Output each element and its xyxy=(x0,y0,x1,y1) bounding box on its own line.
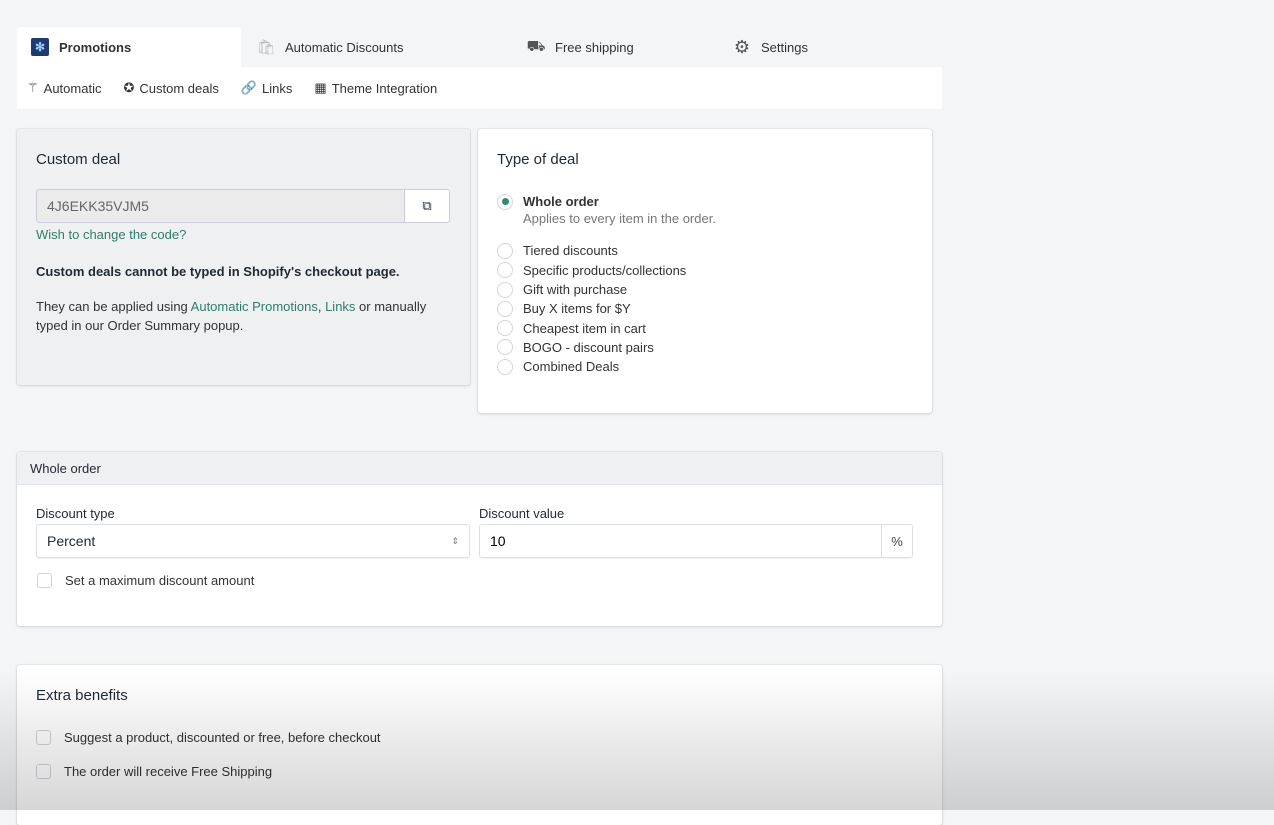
radio-option[interactable]: Cheapest item in cart xyxy=(497,318,913,337)
radio-unselected-icon xyxy=(497,262,513,279)
whole-order-card: Whole order Discount type Percent ⇕ Disco… xyxy=(17,452,942,626)
max-discount-checkbox-row[interactable]: Set a maximum discount amount xyxy=(37,573,942,588)
link-icon: 🔗 xyxy=(240,80,258,95)
tab-settings[interactable]: ⚙ Settings xyxy=(715,27,939,67)
subnav-automatic[interactable]: ⚚ Automatic xyxy=(27,80,101,96)
select-arrows-icon: ⇕ xyxy=(451,535,459,546)
custom-deal-info: They can be applied using Automatic Prom… xyxy=(36,299,427,333)
radio-option[interactable]: Specific products/collections xyxy=(497,261,913,280)
radio-unselected-icon xyxy=(497,339,513,356)
code-field: ⧉ xyxy=(36,189,450,223)
discount-value-input[interactable] xyxy=(480,525,881,557)
magic-wand-icon: ⚚ xyxy=(27,80,39,95)
discount-type-label: Discount type xyxy=(36,506,115,521)
radio-option[interactable]: Buy X items for $Y xyxy=(497,299,913,318)
radio-unselected-icon xyxy=(497,242,513,259)
subnav-theme-integration[interactable]: ▦ Theme Integration xyxy=(314,80,437,96)
code-input[interactable] xyxy=(37,190,404,222)
gear-icon: ⚙ xyxy=(733,36,751,57)
percent-unit: % xyxy=(881,525,912,557)
radio-unselected-icon xyxy=(497,281,513,298)
suggest-product-row[interactable]: Suggest a product, discounted or free, b… xyxy=(36,730,923,745)
main-tabs: ✻ Promotions 🛍 Automatic Discounts ⛟ Free s… xyxy=(17,27,942,67)
links-link[interactable]: Links xyxy=(325,299,355,314)
layout-icon: ▦ xyxy=(314,80,327,95)
radio-option[interactable]: Gift with purchase xyxy=(497,280,913,299)
radio-option[interactable]: BOGO - discount pairs xyxy=(497,338,913,357)
shopify-bag-icon: 🛍 xyxy=(256,39,276,56)
custom-deal-title: Custom deal xyxy=(36,151,121,168)
free-shipping-row[interactable]: The order will receive Free Shipping xyxy=(36,764,923,779)
copy-button[interactable]: ⧉ xyxy=(404,190,449,222)
radio-option[interactable]: Tiered discounts xyxy=(497,241,913,260)
automatic-promotions-link[interactable]: Automatic Promotions xyxy=(191,299,318,314)
tab-free-shipping[interactable]: ⛟ Free shipping xyxy=(465,27,715,67)
badge-percent-icon: ✪ xyxy=(123,80,135,95)
radio-unselected-icon xyxy=(497,320,513,337)
discount-value-field: % xyxy=(479,524,913,558)
tab-promotions[interactable]: ✻ Promotions xyxy=(17,27,241,67)
whole-order-description: Applies to every item in the order. xyxy=(523,211,716,227)
radio-unselected-icon xyxy=(497,300,513,317)
max-discount-checkbox[interactable] xyxy=(37,573,52,588)
extra-benefits-card: Extra benefits Suggest a product, discou… xyxy=(17,665,942,825)
discount-type-select[interactable]: Percent ⇕ xyxy=(36,524,470,558)
extra-benefits-title: Extra benefits xyxy=(36,687,128,704)
promotions-logo-icon: ✻ xyxy=(31,38,49,56)
suggest-product-checkbox[interactable] xyxy=(36,730,51,745)
radio-whole-order[interactable]: Whole order xyxy=(497,192,913,211)
checkout-warning: Custom deals cannot be typed in Shopify'… xyxy=(36,264,400,279)
radio-option[interactable]: Combined Deals xyxy=(497,357,913,376)
subnav-custom-deals[interactable]: ✪ Custom deals xyxy=(123,80,218,96)
custom-deal-card: Custom deal ⧉ Wish to change the code? C… xyxy=(17,129,470,385)
whole-order-header: Whole order xyxy=(17,452,942,485)
radio-selected-icon xyxy=(497,193,513,210)
discount-value-label: Discount value xyxy=(479,506,565,521)
type-of-deal-title: Type of deal xyxy=(497,151,579,168)
radio-unselected-icon xyxy=(497,358,513,375)
free-shipping-checkbox[interactable] xyxy=(36,764,51,779)
sub-navigation: ⚚ Automatic ✪ Custom deals 🔗 Links ▦ Theme I… xyxy=(17,67,942,109)
subnav-links[interactable]: 🔗 Links xyxy=(241,80,293,96)
truck-icon: ⛟ xyxy=(526,37,546,55)
change-code-link[interactable]: Wish to change the code? xyxy=(36,227,451,242)
copy-icon: ⧉ xyxy=(422,198,432,213)
tab-automatic-discounts[interactable]: 🛍 Automatic Discounts xyxy=(241,27,465,67)
type-of-deal-card: Type of deal Whole order Applies to ever… xyxy=(478,129,932,413)
